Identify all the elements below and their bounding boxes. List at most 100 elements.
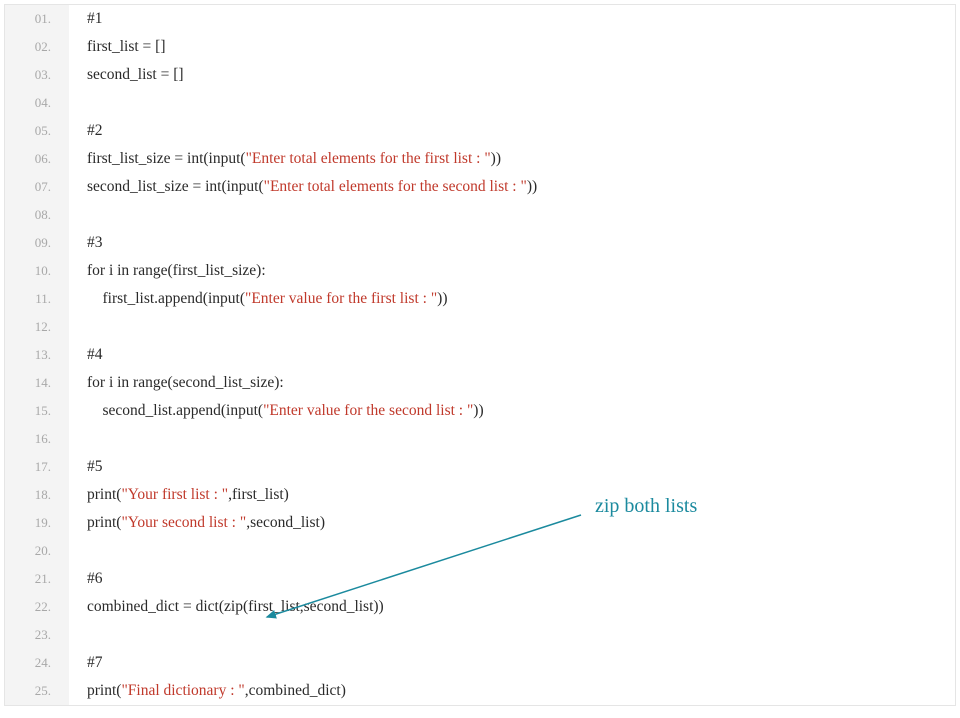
code-line: 11. first_list.append(input("Enter value… (5, 285, 955, 313)
line-number: 21. (5, 565, 69, 593)
string-literal: "Final dictionary : " (121, 682, 244, 699)
code-content: #5 (69, 453, 103, 481)
code-content: print("Your second list : ",second_list) (69, 509, 325, 537)
code-content: second_list_size = int(input("Enter tota… (69, 173, 537, 201)
code-content: second_list = [] (69, 61, 184, 89)
code-line: 23. (5, 621, 955, 649)
code-line: 10. for i in range(first_list_size): (5, 257, 955, 285)
code-line: 13. #4 (5, 341, 955, 369)
code-block: 01. #1 02.first_list = []03. second_list = … (4, 4, 956, 706)
code-line: 03. second_list = [] (5, 61, 955, 89)
code-token: ,second_list) (246, 514, 325, 531)
code-token: for i in range(second_list_size): (87, 374, 284, 391)
line-number: 22. (5, 593, 69, 621)
code-content: for i in range(second_list_size): (69, 369, 284, 397)
line-number: 24. (5, 649, 69, 677)
code-token: ,combined_dict) (245, 682, 346, 699)
code-token: )) (527, 178, 537, 195)
line-number: 17. (5, 453, 69, 481)
code-token: #4 (87, 346, 103, 363)
code-content: #2 (69, 117, 103, 145)
code-content: #1 (69, 5, 103, 33)
code-content: for i in range(first_list_size): (69, 257, 266, 285)
code-content: print("Final dictionary : ",combined_dic… (69, 677, 346, 705)
line-number: 02. (5, 33, 69, 61)
code-line: 20. (5, 537, 955, 565)
code-line: 09.#3 (5, 229, 955, 257)
code-content: #3 (69, 229, 103, 257)
line-number: 19. (5, 509, 69, 537)
line-number: 08. (5, 201, 69, 229)
line-number: 07. (5, 173, 69, 201)
code-token: print( (87, 682, 121, 699)
code-content (69, 621, 91, 649)
code-token: first_list.append(input( (87, 290, 245, 307)
code-line: 05. #2 (5, 117, 955, 145)
code-line: 22. combined_dict = dict(zip(first_list,s… (5, 593, 955, 621)
code-line: 07.second_list_size = int(input("Enter t… (5, 173, 955, 201)
code-line: 02.first_list = [] (5, 33, 955, 61)
code-content (69, 537, 91, 565)
code-token: print( (87, 486, 121, 503)
line-number: 18. (5, 481, 69, 509)
code-line: 18.print("Your first list : ",first_list… (5, 481, 955, 509)
line-number: 06. (5, 145, 69, 173)
code-content (69, 425, 91, 453)
code-content: #7 (69, 649, 103, 677)
line-number: 25. (5, 677, 69, 705)
code-line: 04. (5, 89, 955, 117)
code-content: first_list.append(input("Enter value for… (69, 285, 447, 313)
code-line: 25.print("Final dictionary : ",combined_… (5, 677, 955, 705)
code-token: second_list = [] (87, 66, 184, 83)
line-number: 03. (5, 61, 69, 89)
code-content: second_list.append(input("Enter value fo… (69, 397, 484, 425)
line-number: 04. (5, 89, 69, 117)
code-content: #6 (69, 565, 103, 593)
code-content: combined_dict = dict(zip(first_list,seco… (69, 593, 384, 621)
code-token: for i in range(first_list_size): (87, 262, 266, 279)
code-line: 06.first_list_size = int(input("Enter to… (5, 145, 955, 173)
code-line: 16. (5, 425, 955, 453)
code-content (69, 89, 91, 117)
code-line: 17.#5 (5, 453, 955, 481)
code-token: ,first_list) (228, 486, 289, 503)
code-content: first_list = [] (69, 33, 165, 61)
code-line: 15. second_list.append(input("Enter valu… (5, 397, 955, 425)
line-number: 10. (5, 257, 69, 285)
code-content: first_list_size = int(input("Enter total… (69, 145, 501, 173)
code-line: 21. #6 (5, 565, 955, 593)
code-token: #7 (87, 654, 103, 671)
code-line: 01. #1 (5, 5, 955, 33)
code-line: 19.print("Your second list : ",second_li… (5, 509, 955, 537)
code-content (69, 313, 91, 341)
code-line: 12. (5, 313, 955, 341)
string-literal: "Enter total elements for the second lis… (264, 178, 527, 195)
line-number: 05. (5, 117, 69, 145)
string-literal: "Enter value for the second list : " (263, 402, 473, 419)
string-literal: "Enter total elements for the first list… (246, 150, 491, 167)
code-line: 24. #7 (5, 649, 955, 677)
line-number: 20. (5, 537, 69, 565)
code-token: second_list_size = int(input( (87, 178, 264, 195)
line-number: 15. (5, 397, 69, 425)
line-number: 16. (5, 425, 69, 453)
code-content (69, 201, 91, 229)
line-number: 14. (5, 369, 69, 397)
code-token: second_list.append(input( (87, 402, 263, 419)
code-content: print("Your first list : ",first_list) (69, 481, 289, 509)
code-token: print( (87, 514, 121, 531)
line-number: 13. (5, 341, 69, 369)
line-number: 23. (5, 621, 69, 649)
code-line: 08. (5, 201, 955, 229)
line-number: 09. (5, 229, 69, 257)
code-token: #2 (87, 122, 103, 139)
code-token: #6 (87, 570, 103, 587)
code-token: combined_dict = dict(zip(first_list,seco… (87, 598, 384, 615)
code-content: #4 (69, 341, 103, 369)
code-token: )) (473, 402, 483, 419)
code-token: first_list_size = int(input( (87, 150, 246, 167)
line-number: 01. (5, 5, 69, 33)
code-line: 14. for i in range(second_list_size): (5, 369, 955, 397)
string-literal: "Enter value for the first list : " (245, 290, 437, 307)
code-token: #1 (87, 10, 103, 27)
